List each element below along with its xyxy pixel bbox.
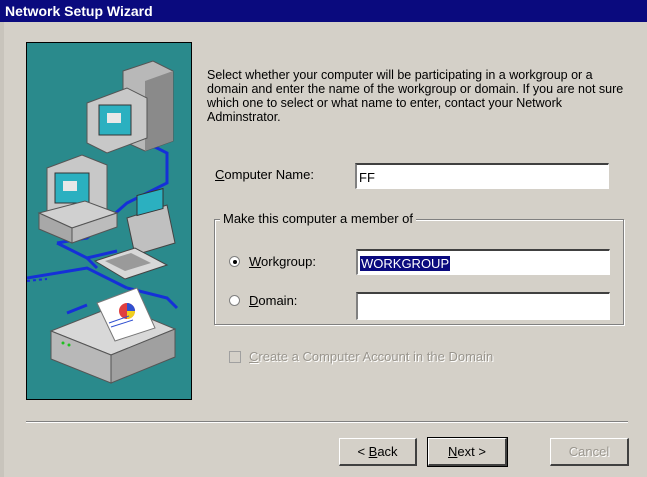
printer-icon bbox=[49, 287, 177, 384]
workgroup-name-value: WORKGROUP bbox=[360, 256, 451, 271]
workgroup-radio[interactable] bbox=[229, 256, 240, 267]
create-account-checkbox[interactable] bbox=[229, 351, 241, 363]
computer-name-field[interactable]: FF bbox=[355, 163, 609, 189]
workgroup-label-rest: orkgroup: bbox=[261, 254, 316, 269]
instructions-text: Select whether your computer will be par… bbox=[207, 68, 624, 124]
domain-label[interactable]: Domain: bbox=[249, 293, 297, 308]
computer-name-value: FF bbox=[359, 170, 375, 185]
create-account-label-rest: reate a Computer Account in the Domain bbox=[258, 349, 494, 364]
next-button[interactable]: Next > bbox=[427, 437, 508, 467]
desktop-computer-icon bbox=[37, 154, 119, 244]
computer-name-label: Computer Name: bbox=[215, 167, 314, 182]
computer-name-mnemonic: C bbox=[215, 167, 225, 182]
window-left-edge bbox=[0, 22, 4, 477]
domain-name-field[interactable] bbox=[356, 292, 610, 320]
membership-group-title: Make this computer a member of bbox=[220, 211, 417, 226]
title-bar[interactable]: Network Setup Wizard bbox=[0, 0, 647, 22]
workgroup-label[interactable]: Workgroup: bbox=[249, 254, 316, 269]
workgroup-name-field[interactable]: WORKGROUP bbox=[356, 249, 610, 275]
create-account-mnemonic: C bbox=[249, 349, 259, 364]
next-button-mnemonic: N bbox=[448, 444, 458, 459]
button-separator bbox=[26, 421, 628, 423]
network-setup-wizard-window: Network Setup Wizard Select whether your… bbox=[0, 0, 647, 477]
create-account-label: Create a Computer Account in the Domain bbox=[249, 349, 493, 364]
domain-radio[interactable] bbox=[229, 295, 240, 306]
network-computers-illustration bbox=[27, 60, 179, 384]
domain-mnemonic: D bbox=[249, 293, 259, 308]
domain-label-rest: omain: bbox=[258, 293, 298, 308]
back-button-rest: ack bbox=[377, 444, 398, 459]
workgroup-mnemonic: W bbox=[249, 254, 262, 269]
back-button-prefix: < bbox=[357, 444, 369, 459]
next-button-rest: ext > bbox=[457, 444, 486, 459]
window-title: Network Setup Wizard bbox=[5, 3, 153, 19]
computer-name-label-rest: omputer Name: bbox=[224, 167, 314, 182]
cancel-button[interactable]: Cancel bbox=[550, 438, 629, 466]
back-button[interactable]: < Back bbox=[339, 438, 417, 466]
wizard-illustration bbox=[26, 42, 192, 400]
server-computer-icon bbox=[86, 60, 174, 154]
